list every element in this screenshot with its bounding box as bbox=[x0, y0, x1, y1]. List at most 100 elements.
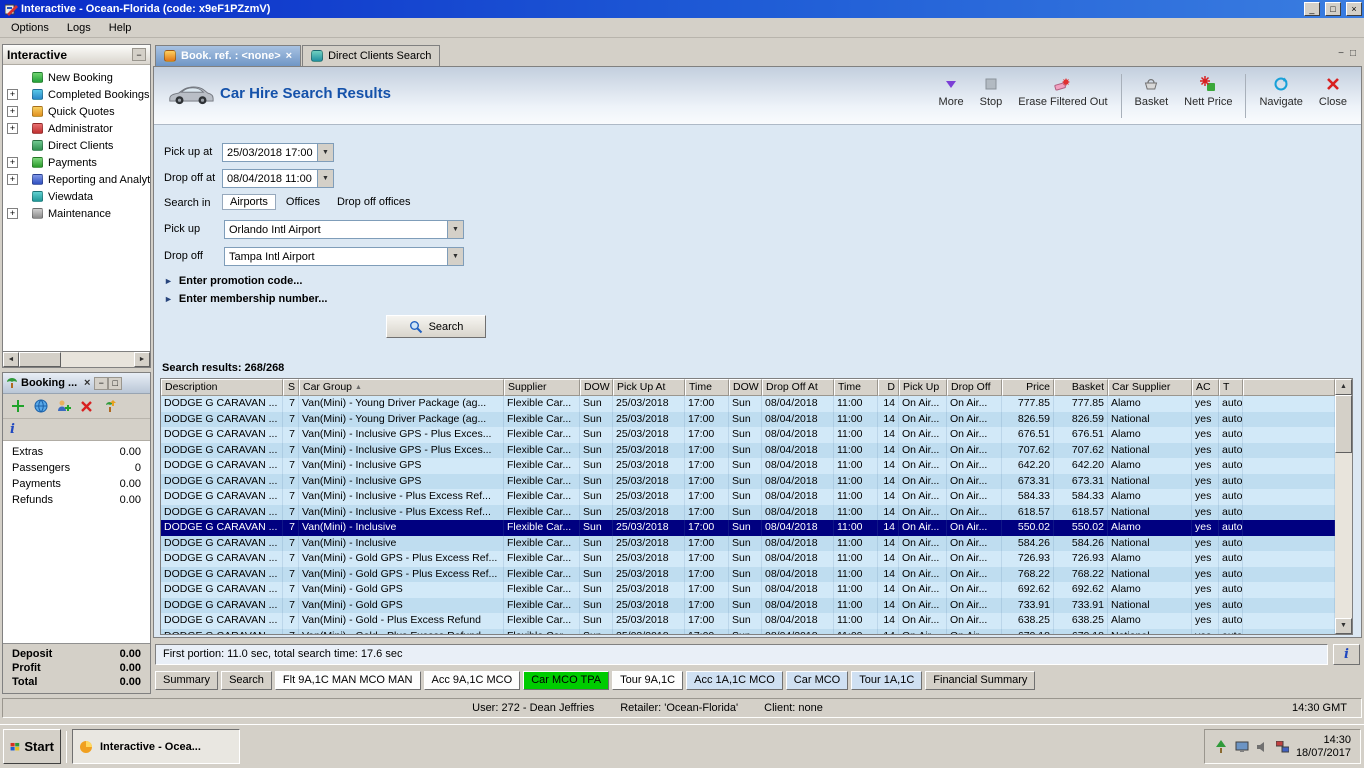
column-header-dow-7[interactable]: DOW bbox=[729, 379, 762, 396]
column-header-car-supplier-15[interactable]: Car Supplier bbox=[1108, 379, 1192, 396]
info-button[interactable]: i bbox=[1333, 643, 1360, 665]
tab-book-ref-none[interactable]: Book. ref. : <none> × bbox=[155, 45, 302, 66]
booking-panel-minimize-button[interactable]: − bbox=[94, 376, 109, 390]
tray-display-icon[interactable] bbox=[1235, 741, 1249, 753]
table-row[interactable]: DODGE G CARAVAN ... 7 Van(Mini) - Inclusiv… bbox=[161, 442, 1335, 458]
delete-button[interactable] bbox=[77, 397, 96, 416]
expand-toggle-icon[interactable]: + bbox=[7, 208, 18, 219]
stop-button[interactable]: Stop bbox=[972, 70, 1011, 122]
navigation-horizontal-scrollbar[interactable]: ◄ ► bbox=[3, 351, 150, 367]
column-header-time-6[interactable]: Time bbox=[685, 379, 729, 396]
sidebar-item-completed-bookings[interactable]: + Completed Bookings bbox=[3, 86, 150, 103]
palm-export-button[interactable] bbox=[100, 397, 119, 416]
bottom-tab-acc-9a-1c-mco[interactable]: Acc 9A,1C MCO bbox=[423, 670, 521, 690]
column-header-d-10[interactable]: D bbox=[878, 379, 899, 396]
sidebar-item-maintenance[interactable]: + Maintenance bbox=[3, 205, 150, 222]
navigate-button[interactable]: Navigate bbox=[1251, 70, 1310, 122]
table-row[interactable]: DODGE G CARAVAN ... 7 Van(Mini) - Gold GPS… bbox=[161, 597, 1335, 613]
column-header-price-13[interactable]: Price bbox=[1002, 379, 1054, 396]
sidebar-item-quick-quotes[interactable]: + Quick Quotes bbox=[3, 103, 150, 120]
nett-price-button[interactable]: Nett Price bbox=[1176, 70, 1240, 122]
erase-filtered-out-button[interactable]: Erase Filtered Out bbox=[1010, 70, 1115, 122]
search-button[interactable]: Search bbox=[386, 315, 486, 338]
column-header-basket-14[interactable]: Basket bbox=[1054, 379, 1108, 396]
more-button[interactable]: More bbox=[931, 70, 972, 122]
scrollbar-thumb[interactable] bbox=[1335, 395, 1352, 453]
booking-panel-close-icon[interactable]: × bbox=[80, 377, 94, 390]
sidebar-item-reporting-and-analyt[interactable]: + Reporting and Analyt bbox=[3, 171, 150, 188]
booking-panel-restore-button[interactable]: □ bbox=[108, 376, 123, 390]
table-row[interactable]: DODGE G CARAVAN ... 7 Van(Mini) - Inclusiv… bbox=[161, 489, 1335, 505]
tab-direct-clients-search[interactable]: Direct Clients Search bbox=[302, 45, 441, 66]
search-in-option-airports[interactable]: Airports bbox=[222, 194, 276, 210]
tray-network-icon[interactable] bbox=[1275, 740, 1289, 753]
bottom-tab-car-mco-tpa[interactable]: Car MCO TPA bbox=[523, 670, 610, 690]
table-row[interactable]: DODGE G CARAVAN ... 7 Van(Mini) - Inclusiv… bbox=[161, 427, 1335, 443]
table-row[interactable]: DODGE G CARAVAN ... 7 Van(Mini) - Gold GPS… bbox=[161, 566, 1335, 582]
column-header-pick-up-11[interactable]: Pick Up bbox=[899, 379, 947, 396]
search-in-option-offices[interactable]: Offices bbox=[279, 195, 327, 209]
expand-toggle-icon[interactable]: + bbox=[7, 157, 18, 168]
scroll-down-icon[interactable]: ▼ bbox=[1335, 618, 1352, 634]
chevron-down-icon[interactable]: ▼ bbox=[317, 170, 333, 187]
globe-button[interactable] bbox=[31, 397, 50, 416]
sidebar-item-direct-clients[interactable]: Direct Clients bbox=[3, 137, 150, 154]
promotion-code-expander[interactable]: ► Enter promotion code... bbox=[164, 275, 302, 287]
sidebar-item-new-booking[interactable]: New Booking bbox=[3, 69, 150, 86]
bottom-tab-summary[interactable]: Summary bbox=[155, 670, 219, 690]
window-restore-button[interactable]: □ bbox=[1324, 2, 1341, 16]
column-header-time-9[interactable]: Time bbox=[834, 379, 878, 396]
column-header-description-0[interactable]: Description bbox=[161, 379, 283, 396]
bottom-tab-financial-summary[interactable]: Financial Summary bbox=[925, 670, 1036, 690]
table-row[interactable]: DODGE G CARAVAN ... 7 Van(Mini) - Inclusiv… bbox=[161, 458, 1335, 474]
search-in-option-drop-off-offices[interactable]: Drop off offices bbox=[330, 195, 418, 209]
table-row[interactable]: DODGE G CARAVAN ... 7 Van(Mini) - Inclusiv… bbox=[161, 535, 1335, 551]
bottom-tab-acc-1a-1c-mco[interactable]: Acc 1A,1C MCO bbox=[686, 670, 783, 690]
sidebar-item-viewdata[interactable]: Viewdata bbox=[3, 188, 150, 205]
taskbar-task-interactive[interactable]: Interactive - Ocea... bbox=[72, 729, 240, 764]
bottom-tab-tour-9a-1c[interactable]: Tour 9A,1C bbox=[612, 670, 684, 690]
results-vertical-scrollbar[interactable]: ▲ ▼ bbox=[1335, 379, 1352, 634]
expand-toggle-icon[interactable]: + bbox=[7, 174, 18, 185]
scroll-up-icon[interactable]: ▲ bbox=[1335, 379, 1352, 395]
bottom-tab-search[interactable]: Search bbox=[221, 670, 272, 690]
sidebar-item-administrator[interactable]: + Administrator bbox=[3, 120, 150, 137]
bottom-tab-tour-1a-1c[interactable]: Tour 1A,1C bbox=[851, 670, 923, 690]
column-header-drop-off-at-8[interactable]: Drop Off At bbox=[762, 379, 834, 396]
start-button[interactable]: Start bbox=[3, 729, 61, 764]
bottom-tab-flt-9a-1c-man-mco-man[interactable]: Flt 9A,1C MAN MCO MAN bbox=[274, 670, 421, 690]
add-item-button[interactable] bbox=[8, 397, 27, 416]
sidebar-item-payments[interactable]: + Payments bbox=[3, 154, 150, 171]
close-button[interactable]: Close bbox=[1311, 70, 1355, 122]
window-minimize-button[interactable]: _ bbox=[1303, 2, 1320, 16]
table-row[interactable]: DODGE G CARAVAN ...7Van(Mini) - Gold - P… bbox=[161, 628, 1335, 634]
tray-volume-icon[interactable] bbox=[1256, 741, 1269, 753]
menu-item-help[interactable]: Help bbox=[100, 20, 141, 36]
info-icon[interactable]: i bbox=[10, 422, 15, 437]
column-header-drop-off-12[interactable]: Drop Off bbox=[947, 379, 1002, 396]
column-header-dow-4[interactable]: DOW bbox=[580, 379, 613, 396]
dropoff-at-field[interactable]: 08/04/2018 11:00 ▼ bbox=[222, 169, 334, 188]
dropoff-location-field[interactable]: Tampa Intl Airport ▼ bbox=[224, 247, 464, 266]
scrollbar-thumb[interactable] bbox=[19, 352, 61, 367]
add-client-button[interactable] bbox=[54, 397, 73, 416]
navigation-panel-collapse-button[interactable]: − bbox=[132, 48, 146, 61]
tab-close-icon[interactable]: × bbox=[286, 50, 292, 62]
bottom-tab-car-mco[interactable]: Car MCO bbox=[785, 670, 849, 690]
column-header-ac-16[interactable]: AC bbox=[1192, 379, 1219, 396]
table-row[interactable]: DODGE G CARAVAN ... 7 Van(Mini) - Young Dr… bbox=[161, 411, 1335, 427]
expand-toggle-icon[interactable]: + bbox=[7, 106, 18, 117]
table-row[interactable]: DODGE G CARAVAN ...7Van(Mini) - Gold - P… bbox=[161, 613, 1335, 629]
column-header-t-17[interactable]: T bbox=[1219, 379, 1243, 396]
table-row[interactable]: DODGE G CARAVAN ... 7 Van(Mini) - Inclusiv… bbox=[161, 504, 1335, 520]
tray-green-app-icon[interactable] bbox=[1214, 739, 1228, 754]
table-row[interactable]: DODGE G CARAVAN ... 7 Van(Mini) - Gold GPS… bbox=[161, 551, 1335, 567]
basket-button[interactable]: Basket bbox=[1127, 70, 1177, 122]
scroll-right-icon[interactable]: ► bbox=[134, 352, 150, 367]
table-row[interactable]: DODGE G CARAVAN ... 7 Van(Mini) - Gold GPS… bbox=[161, 582, 1335, 598]
chevron-down-icon[interactable]: ▼ bbox=[447, 221, 463, 238]
column-header-supplier-3[interactable]: Supplier bbox=[504, 379, 580, 396]
chevron-down-icon[interactable]: ▼ bbox=[447, 248, 463, 265]
menu-item-options[interactable]: Options bbox=[2, 20, 58, 36]
scroll-left-icon[interactable]: ◄ bbox=[3, 352, 19, 367]
